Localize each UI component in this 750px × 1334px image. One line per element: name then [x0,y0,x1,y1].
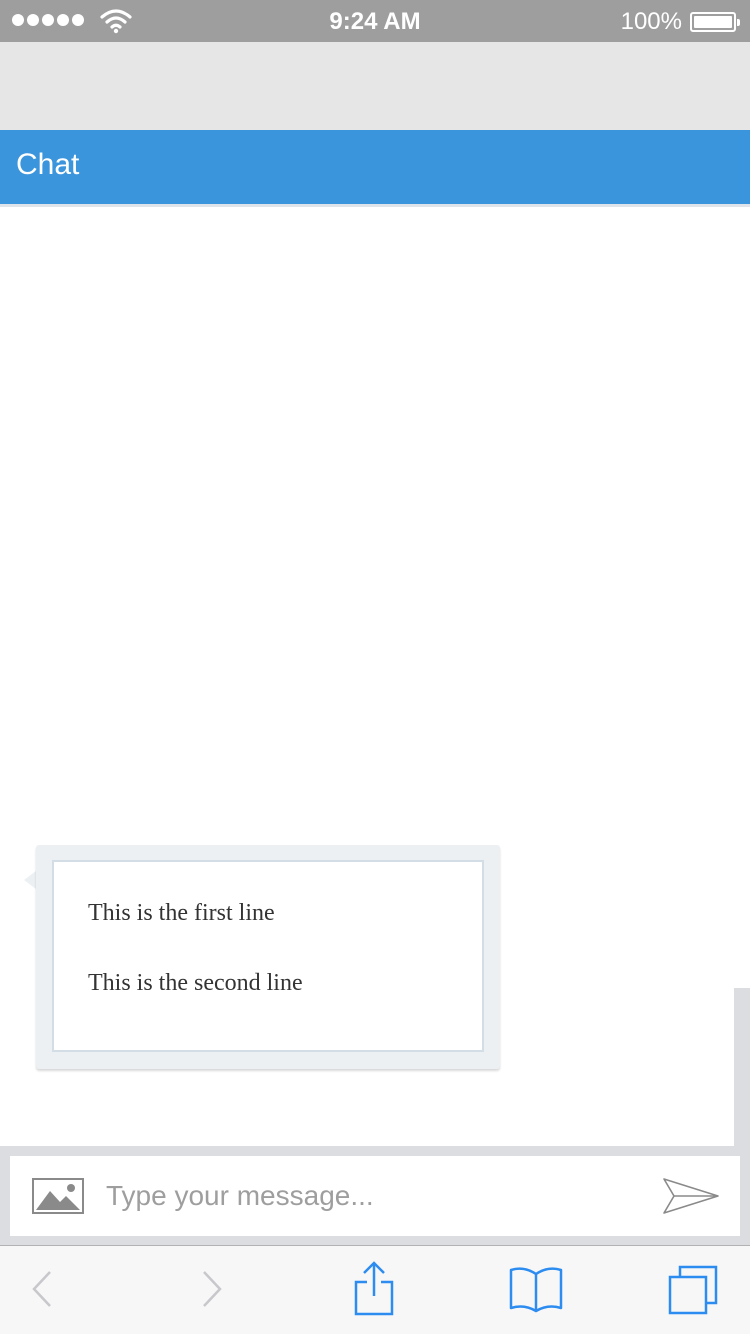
chevron-left-icon[interactable] [26,1264,58,1314]
chat-title: Chat [16,148,80,181]
status-bar: 9:24 AM 100% [0,0,750,42]
send-icon[interactable] [662,1176,720,1216]
image-icon[interactable] [32,1178,84,1214]
message-line-2: This is the second line [88,970,303,996]
message-composer [0,1146,750,1245]
composer-box [10,1156,740,1236]
book-icon[interactable] [508,1264,564,1314]
browser-address-bar [0,42,750,130]
browser-toolbar [0,1245,750,1334]
message-content: This is the first line This is the secon… [52,860,484,1052]
battery-icon [690,12,740,32]
message-line-1: This is the first line [88,900,275,926]
chat-header: Chat [0,130,750,204]
tabs-icon[interactable] [666,1264,722,1316]
share-icon[interactable] [352,1260,396,1318]
messages-scrollbar[interactable] [734,988,750,1148]
bubble-tail [24,871,36,889]
message-bubble: This is the first line This is the secon… [36,845,500,1069]
battery-percentage: 100% [620,8,682,35]
message-input[interactable] [106,1174,626,1218]
chevron-right-icon[interactable] [196,1264,228,1314]
